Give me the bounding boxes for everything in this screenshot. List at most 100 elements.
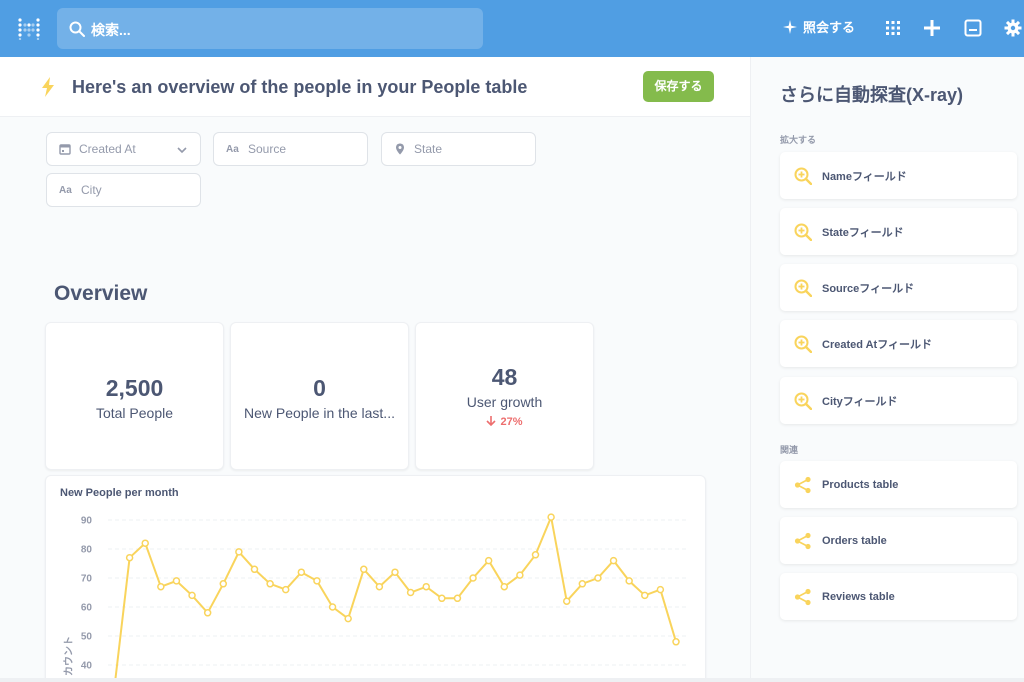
y-axis-label: カウント — [63, 636, 75, 676]
zoom-item-state-field[interactable]: Stateフィールド — [780, 208, 1017, 255]
sparkle-icon — [783, 19, 797, 34]
data-point[interactable] — [406, 588, 415, 597]
data-point[interactable] — [422, 582, 430, 591]
scalar-card-total-people[interactable]: 2,500 Total People — [45, 322, 224, 470]
data-point[interactable] — [281, 585, 290, 594]
data-point[interactable] — [344, 614, 352, 623]
filter-label: State — [414, 142, 443, 156]
calendar-icon — [59, 144, 71, 155]
data-point[interactable] — [141, 539, 149, 547]
y-tick-label: 90 — [81, 516, 93, 527]
page-title: Here's an overview of the people in your… — [72, 77, 528, 97]
data-point[interactable] — [391, 568, 399, 576]
filter-created-at[interactable]: Created At — [46, 132, 201, 166]
data-point[interactable] — [219, 580, 228, 588]
data-point[interactable] — [297, 568, 306, 576]
data-point[interactable] — [360, 565, 368, 574]
y-tick-label: 80 — [81, 545, 93, 556]
growth-delta-value: 27% — [500, 416, 523, 428]
data-point[interactable] — [453, 594, 462, 603]
data-point[interactable] — [531, 551, 540, 559]
data-point[interactable] — [484, 556, 493, 565]
zoom-item-name-field[interactable]: Nameフィールド — [780, 152, 1017, 199]
page-header: Here's an overview of the people in your… — [0, 57, 750, 117]
search-icon — [69, 21, 85, 37]
related-item-label: Reviews table — [822, 590, 895, 603]
zoom-item-label: Sourceフィールド — [822, 282, 915, 295]
data-point[interactable] — [562, 597, 571, 605]
data-point[interactable] — [656, 585, 665, 594]
gear-icon[interactable] — [1004, 19, 1022, 37]
scalar-card-new-people[interactable]: 0 New People in the last... — [230, 322, 409, 470]
data-point[interactable] — [375, 582, 384, 591]
zoom-in-icon — [794, 392, 812, 410]
plus-icon[interactable] — [923, 19, 941, 37]
zoom-in-icon — [794, 167, 812, 185]
data-point[interactable] — [438, 594, 446, 603]
scalar-value: 0 — [313, 375, 326, 401]
data-point[interactable] — [609, 556, 618, 565]
zoom-item-label: Cityフィールド — [822, 395, 898, 408]
data-point[interactable] — [313, 577, 321, 585]
terminal-icon[interactable] — [964, 19, 982, 37]
save-button[interactable]: 保存する — [643, 71, 714, 102]
series-line — [114, 513, 677, 682]
data-point[interactable] — [500, 582, 509, 591]
data-point[interactable] — [125, 553, 134, 562]
data-point[interactable] — [188, 591, 196, 600]
zoom-item-source-field[interactable]: Sourceフィールド — [780, 264, 1017, 311]
data-point[interactable] — [235, 548, 243, 556]
sidebar-title: さらに自動探査(X-ray) — [780, 85, 964, 105]
data-point[interactable] — [672, 638, 680, 646]
related-item-label: Products table — [822, 478, 899, 491]
ask-question-button[interactable]: 照会する — [783, 17, 855, 36]
scalar-value: 2,500 — [105, 375, 164, 401]
data-point[interactable] — [625, 577, 633, 585]
data-point[interactable] — [250, 565, 259, 574]
text-field-icon: Aa — [226, 143, 239, 155]
metabase-logo-icon[interactable] — [18, 18, 40, 40]
filter-label: Created At — [79, 142, 136, 156]
overview-heading: Overview — [54, 282, 148, 305]
connections-icon — [794, 588, 811, 605]
filter-source[interactable]: Aa Source — [213, 132, 368, 166]
y-tick-label: 70 — [81, 574, 93, 585]
data-point[interactable] — [469, 574, 477, 582]
chart-card-new-people-per-month[interactable]: New People per month 40 50 60 70 80 90 カウント — [45, 475, 706, 682]
zoom-item-city-field[interactable]: Cityフィールド — [780, 377, 1017, 424]
arrow-down-icon — [486, 416, 497, 427]
scalar-label: User growth — [466, 394, 543, 410]
zoom-section-label: 拡大する — [780, 135, 817, 145]
data-point[interactable] — [594, 574, 602, 582]
filter-state[interactable]: State — [381, 132, 536, 166]
scalar-card-user-growth[interactable]: 48 User growth 27% — [415, 322, 594, 470]
zoom-item-label: Stateフィールド — [822, 226, 904, 239]
related-item-reviews-table[interactable]: Reviews table — [780, 573, 1017, 620]
grid-icon[interactable] — [884, 19, 902, 37]
data-point[interactable] — [328, 603, 337, 611]
y-tick-label: 60 — [81, 603, 93, 614]
main-panel: Here's an overview of the people in your… — [0, 57, 750, 682]
bottom-border — [0, 678, 1024, 682]
zoom-in-icon — [794, 279, 812, 297]
chevron-down-icon — [177, 147, 187, 154]
lightning-bolt-icon — [42, 77, 54, 97]
filter-city[interactable]: Aa City — [46, 173, 201, 207]
scalar-value: 48 — [491, 364, 518, 390]
related-item-products-table[interactable]: Products table — [780, 461, 1017, 508]
data-point[interactable] — [547, 513, 555, 521]
ask-question-label: 照会する — [803, 20, 856, 35]
data-point[interactable] — [157, 582, 165, 591]
zoom-item-created-at-field[interactable]: Created Atフィールド — [780, 320, 1017, 367]
related-item-orders-table[interactable]: Orders table — [780, 517, 1017, 564]
data-point[interactable] — [172, 577, 181, 585]
data-point[interactable] — [641, 591, 649, 600]
data-point[interactable] — [266, 580, 274, 588]
data-point[interactable] — [578, 580, 587, 588]
data-point[interactable] — [516, 571, 524, 579]
zoom-in-icon — [794, 223, 812, 241]
scalar-label: New People in the last... — [244, 405, 395, 421]
related-item-label: Orders table — [822, 534, 887, 547]
data-point[interactable] — [203, 609, 212, 617]
search-bar[interactable]: 検索... — [57, 8, 483, 49]
